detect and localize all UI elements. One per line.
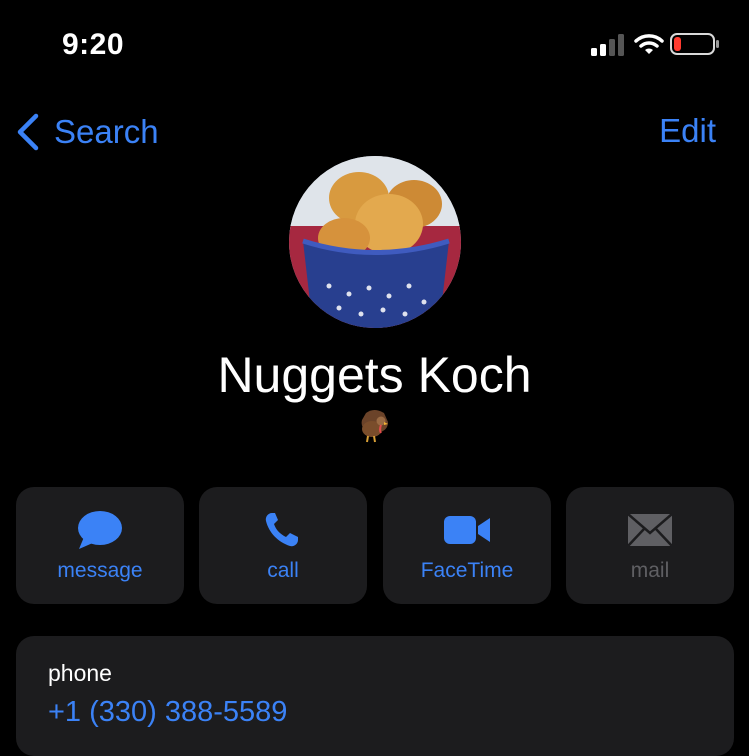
phone-card: phone +1 (330) 388-5589	[16, 636, 734, 756]
phone-icon	[265, 513, 298, 547]
message-label: message	[57, 559, 143, 582]
chevron-left-icon	[17, 113, 39, 151]
contact-photo	[289, 156, 461, 328]
phone-label: phone	[48, 660, 112, 686]
phone-number[interactable]: +1 (330) 388-5589	[48, 696, 287, 729]
battery-low-icon	[670, 33, 719, 55]
video-camera-icon	[444, 516, 490, 544]
edit-button[interactable]: Edit	[659, 112, 716, 150]
facetime-button[interactable]: FaceTime	[383, 487, 551, 604]
mail-label: mail	[630, 559, 670, 582]
call-button[interactable]: call	[199, 487, 367, 604]
envelope-icon	[627, 513, 673, 547]
facetime-label: FaceTime	[420, 559, 514, 582]
contact-name: Nuggets Koch	[217, 347, 532, 403]
wifi-icon	[634, 34, 664, 54]
back-button[interactable]: Search	[14, 110, 159, 154]
status-time: 9:20	[62, 28, 125, 61]
cellular-signal-icon	[591, 34, 624, 56]
mail-button[interactable]: mail	[566, 487, 734, 604]
turkey-emoji	[361, 410, 388, 443]
back-label: Search	[54, 113, 159, 150]
call-label: call	[267, 559, 299, 582]
message-bubble-icon	[78, 511, 122, 549]
status-bar: 9:20	[0, 0, 749, 90]
contact-avatar[interactable]	[289, 156, 461, 328]
message-button[interactable]: message	[16, 487, 184, 604]
